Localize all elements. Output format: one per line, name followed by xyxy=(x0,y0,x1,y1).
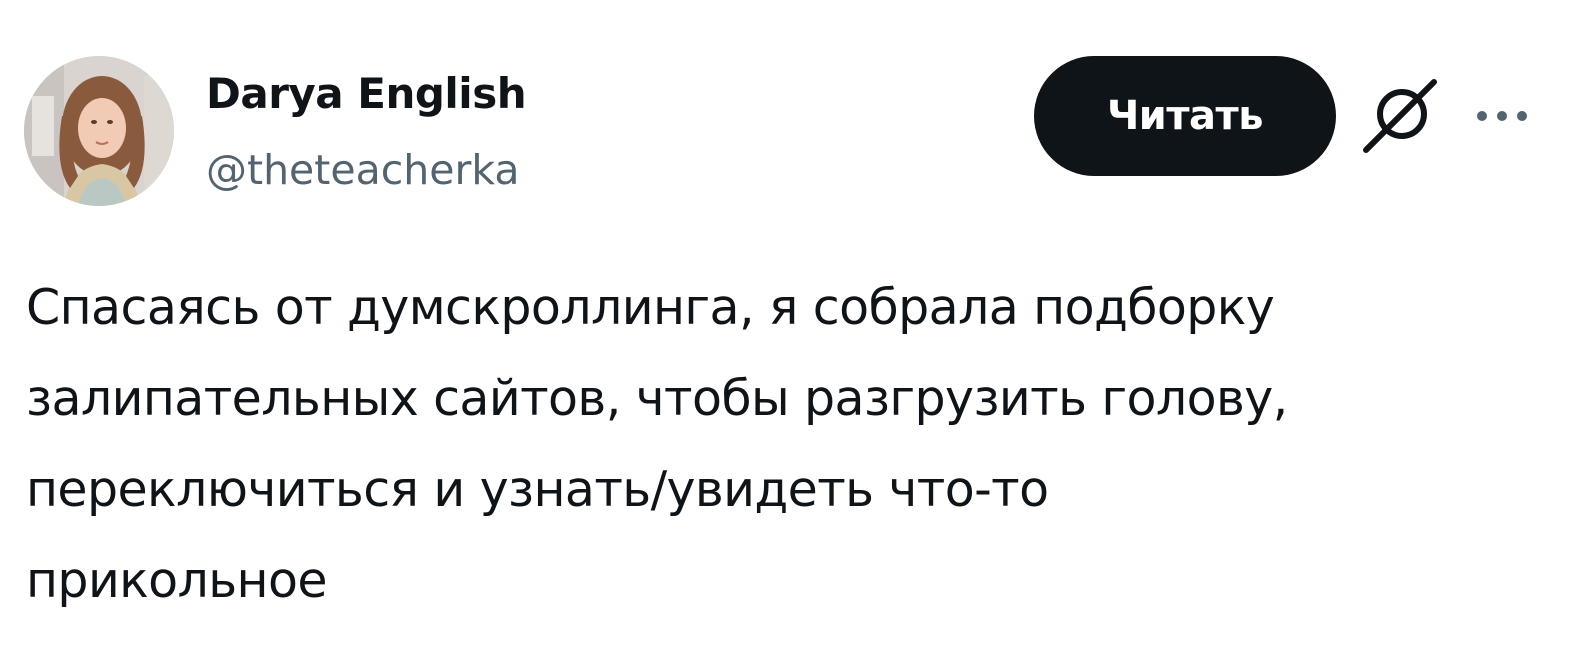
tweet-text: Спасаясь от думскроллинга, я собрала под… xyxy=(26,279,1288,609)
follow-button[interactable]: Читать xyxy=(1034,56,1336,176)
avatar-image xyxy=(24,56,174,206)
author-display-name[interactable]: Darya English xyxy=(206,66,527,122)
avatar[interactable] xyxy=(24,56,174,206)
more-horizontal-icon[interactable] xyxy=(1472,96,1532,136)
author-handle[interactable]: @theteacherka xyxy=(206,142,519,198)
grok-icon[interactable] xyxy=(1362,78,1438,154)
